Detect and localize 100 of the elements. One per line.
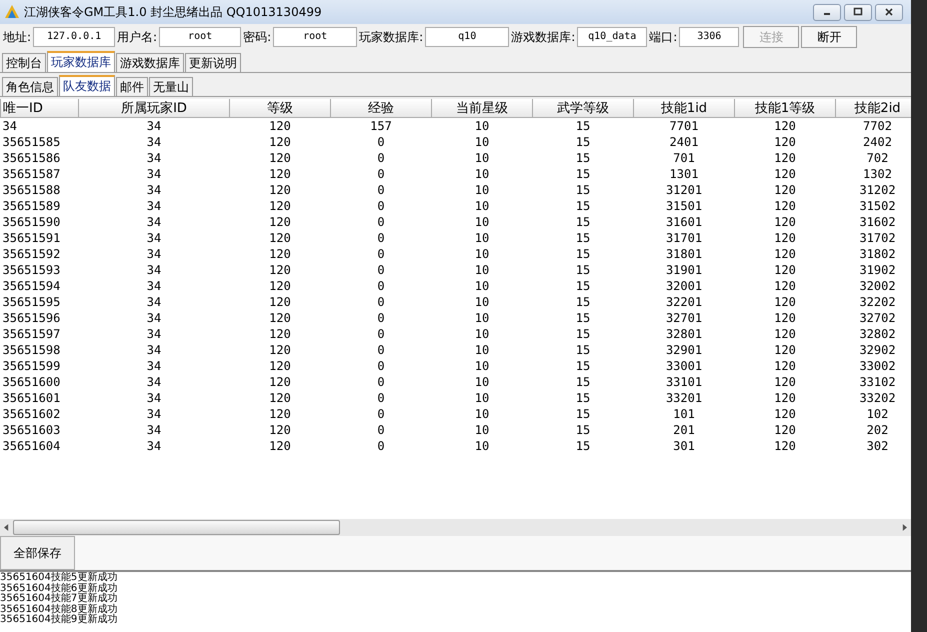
table-cell-text: 120 bbox=[773, 406, 797, 422]
text-field[interactable]: 3306 bbox=[679, 27, 740, 47]
table-cell-text: 35651587 bbox=[2, 166, 62, 182]
table-cell-text: 120 bbox=[773, 214, 797, 230]
column-header[interactable]: 所属玩家ID bbox=[78, 99, 230, 118]
table-cell-text: 31501 bbox=[664, 198, 704, 214]
table-cell-text: 35651595 bbox=[2, 294, 62, 310]
table-cell-text: 34 bbox=[146, 310, 162, 326]
table-cell-text: 0 bbox=[376, 182, 386, 198]
table-cell-text: 120 bbox=[773, 134, 797, 150]
table-cell-text: 120 bbox=[268, 438, 292, 454]
text-field[interactable]: root bbox=[159, 27, 242, 47]
field-label: 密码: bbox=[243, 28, 272, 46]
column-header[interactable]: 技能1等级 bbox=[734, 99, 836, 118]
log-line: 35651604技能9更新成功 bbox=[0, 615, 118, 626]
table-cell-text: 32802 bbox=[858, 326, 897, 342]
column-header[interactable]: 技能1id bbox=[634, 99, 734, 118]
table-cell-text: 35651599 bbox=[2, 358, 62, 374]
maximize-icon bbox=[853, 7, 863, 17]
text-field[interactable]: q10_data bbox=[577, 27, 648, 47]
table-cell-text: 31201 bbox=[664, 182, 704, 198]
table-cell-text: 0 bbox=[376, 262, 386, 278]
table-cell-text: 35651600 bbox=[2, 374, 62, 390]
table-cell-text: 32201 bbox=[664, 294, 704, 310]
table-cell-text: 10 bbox=[474, 166, 490, 182]
tab[interactable]: 玩家数据库 bbox=[47, 51, 115, 72]
table-cell-text: 35651598 bbox=[2, 342, 62, 358]
table-cell-text: 32202 bbox=[858, 294, 897, 310]
text-field[interactable]: q10 bbox=[425, 27, 510, 47]
column-header[interactable]: 武学等级 bbox=[532, 99, 634, 118]
column-header[interactable]: 当前星级 bbox=[432, 99, 532, 118]
table-cell-text: 701 bbox=[672, 150, 696, 166]
close-button[interactable] bbox=[875, 4, 903, 20]
table-cell-text: 15 bbox=[574, 214, 592, 230]
table-cell: 120 bbox=[734, 118, 836, 134]
table-cell-text: 33101 bbox=[664, 374, 704, 390]
disconnect-button[interactable]: 断开 bbox=[801, 26, 858, 48]
table-cell-text: 35651590 bbox=[2, 214, 62, 230]
log-line: 35651604技能8更新成功 bbox=[0, 604, 118, 614]
table-cell-text: 32901 bbox=[664, 342, 704, 358]
maximize-button[interactable] bbox=[844, 4, 872, 20]
column-header[interactable]: 经验 bbox=[330, 99, 432, 118]
column-header[interactable]: 等级 bbox=[230, 99, 330, 118]
save-all-button[interactable]: 全部保存 bbox=[0, 536, 75, 570]
table-cell-text: 202 bbox=[866, 422, 890, 438]
table-cell-text: 2401 bbox=[668, 134, 700, 150]
field-label: 端口: bbox=[649, 28, 678, 46]
table-cell-text: 34 bbox=[146, 262, 162, 278]
tab[interactable]: 无量山 bbox=[149, 77, 193, 96]
table-cell-text: 10 bbox=[474, 358, 490, 374]
tab[interactable]: 队友数据 bbox=[59, 75, 115, 96]
table-cell-text: 34 bbox=[146, 230, 162, 246]
table-cell-text: 33202 bbox=[858, 390, 897, 406]
table-cell-text: 15 bbox=[574, 278, 592, 294]
table-cell-text: 120 bbox=[268, 294, 292, 310]
table-cell-text: 120 bbox=[773, 262, 797, 278]
tab[interactable]: 控制台 bbox=[2, 53, 46, 72]
table-cell-text: 34 bbox=[146, 342, 162, 358]
text-field[interactable]: 127.0.0.1 bbox=[33, 27, 116, 47]
table-cell-text: 102 bbox=[866, 406, 890, 422]
table-cell-text: 10 bbox=[474, 262, 490, 278]
tab[interactable]: 角色信息 bbox=[2, 77, 58, 96]
table-cell-text: 15 bbox=[574, 262, 592, 278]
table-cell: 7701 bbox=[634, 118, 734, 134]
table-cell-text: 1301 bbox=[668, 166, 700, 182]
table-cell-text: 120 bbox=[268, 198, 292, 214]
text-field[interactable]: root bbox=[273, 27, 358, 47]
table-cell-text: 15 bbox=[574, 326, 592, 342]
field-label: 用户名: bbox=[117, 28, 158, 46]
table-cell-text: 31602 bbox=[858, 214, 897, 230]
table-cell-text: 34 bbox=[146, 390, 162, 406]
table-cell-text: 34 bbox=[146, 278, 162, 294]
table-cell-text: 120 bbox=[268, 166, 292, 182]
column-header[interactable]: 技能2id bbox=[836, 99, 911, 118]
table-cell-text: 35651588 bbox=[2, 182, 62, 198]
table-cell-text: 34 bbox=[146, 438, 162, 454]
table-cell-text: 0 bbox=[376, 294, 386, 310]
table-cell-text: 120 bbox=[773, 182, 797, 198]
table-cell-text: 34 bbox=[146, 150, 162, 166]
table-cell-text: 34 bbox=[146, 134, 162, 150]
column-header[interactable]: 唯一ID bbox=[0, 99, 78, 118]
table-cell-text: 201 bbox=[672, 422, 696, 438]
table-cell-text: 120 bbox=[268, 326, 292, 342]
table-cell-text: 120 bbox=[268, 246, 292, 262]
table-cell-text: 120 bbox=[268, 374, 292, 390]
scroll-thumb[interactable] bbox=[13, 520, 340, 535]
table-cell-text: 35651597 bbox=[2, 326, 62, 342]
table-cell-text: 31601 bbox=[664, 214, 704, 230]
tab[interactable]: 更新说明 bbox=[185, 53, 241, 72]
table-cell-text: 120 bbox=[773, 166, 797, 182]
horizontal-scrollbar[interactable] bbox=[0, 519, 911, 536]
table-cell-text: 0 bbox=[376, 134, 386, 150]
tab[interactable]: 邮件 bbox=[116, 77, 148, 96]
table-cell-text: 32001 bbox=[664, 278, 704, 294]
scroll-left-icon[interactable] bbox=[4, 524, 9, 531]
scroll-right-icon[interactable] bbox=[902, 524, 907, 531]
minimize-button[interactable] bbox=[813, 4, 841, 20]
table-cell-text: 302 bbox=[866, 438, 890, 454]
tab[interactable]: 游戏数据库 bbox=[116, 53, 184, 72]
table-cell-text: 34 bbox=[146, 166, 162, 182]
